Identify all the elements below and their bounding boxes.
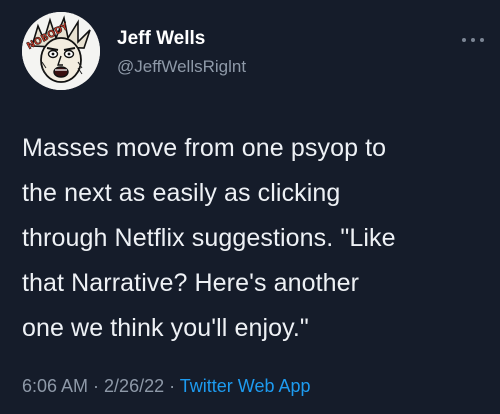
dot xyxy=(462,38,466,42)
tweet-metadata: 6:06 AM · 2/26/22 · Twitter Web App xyxy=(22,376,311,397)
separator: · xyxy=(88,376,105,396)
tweet-text-line: through Netflix suggestions. "Like xyxy=(22,224,396,252)
display-name[interactable]: Jeff Wells xyxy=(117,28,205,50)
dot xyxy=(471,38,475,42)
avatar[interactable]: NOBODY xyxy=(22,12,100,90)
user-handle[interactable]: @JeffWellsRiglnt xyxy=(117,57,246,77)
tweet-time[interactable]: 6:06 AM xyxy=(22,376,88,396)
tweet-source-link[interactable]: Twitter Web App xyxy=(180,376,311,396)
tweet-card: NOBODY Jeff Wells @JeffWellsRiglnt Masse… xyxy=(0,0,500,414)
comic-face-avatar-icon: NOBODY xyxy=(22,12,100,90)
tweet-text-line: Masses move from one psyop to xyxy=(22,134,387,162)
dot xyxy=(480,38,484,42)
tweet-date[interactable]: 2/26/22 xyxy=(104,376,164,396)
tweet-text: Masses move from one psyop to the next a… xyxy=(22,126,492,351)
more-horizontal-icon[interactable] xyxy=(462,36,484,44)
tweet-text-line: the next as easily as clicking xyxy=(22,179,341,207)
tweet-text-line: one we think you'll enjoy." xyxy=(22,314,309,342)
separator: · xyxy=(164,376,180,396)
tweet-text-line: that Narrative? Here's another xyxy=(22,269,360,297)
